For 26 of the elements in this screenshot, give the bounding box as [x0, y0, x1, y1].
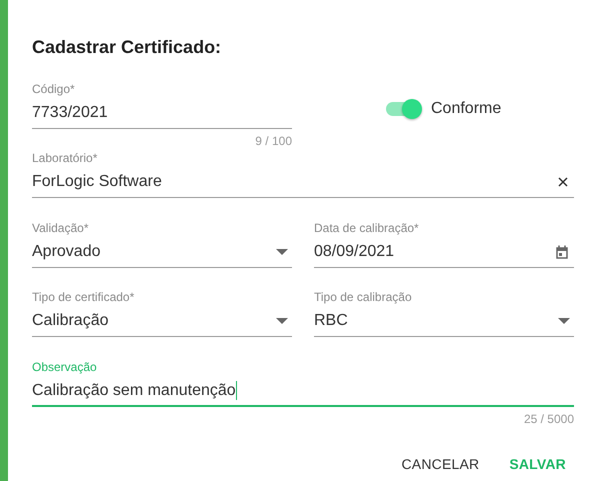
field-label: Validação*: [32, 221, 88, 235]
toggle-label: Conforme: [431, 100, 502, 118]
text-cursor: [236, 381, 237, 400]
date-field[interactable]: 08/09/2021: [314, 237, 574, 268]
toggle-switch[interactable]: [386, 99, 422, 119]
caret-icon: [276, 249, 288, 255]
cancel-button[interactable]: CANCELAR: [393, 446, 488, 481]
input-field[interactable]: 7733/2021: [32, 98, 292, 129]
select-field[interactable]: Calibração: [32, 306, 292, 337]
field-label: Código*: [32, 82, 75, 96]
field-label: Tipo de calibração: [314, 290, 412, 304]
input-field[interactable]: ForLogic Software: [32, 167, 574, 198]
character-counter: 25 / 5000: [524, 412, 574, 426]
dialog-title: Cadastrar Certificado:: [32, 36, 222, 58]
input-field[interactable]: Calibração sem manutenção: [32, 376, 574, 407]
caret-icon: [558, 318, 570, 324]
select-field[interactable]: RBC: [314, 306, 574, 337]
field-label: Laboratório*: [32, 151, 98, 165]
field-label: Data de calibração*: [314, 221, 419, 235]
calendar-icon[interactable]: [556, 245, 568, 259]
close-icon[interactable]: [558, 177, 568, 187]
caret-icon: [276, 318, 288, 324]
field-label: Tipo de certificado*: [32, 290, 134, 304]
select-field[interactable]: Aprovado: [32, 237, 292, 268]
character-counter: 9 / 100: [255, 134, 292, 148]
field-label: Observação: [32, 360, 97, 374]
